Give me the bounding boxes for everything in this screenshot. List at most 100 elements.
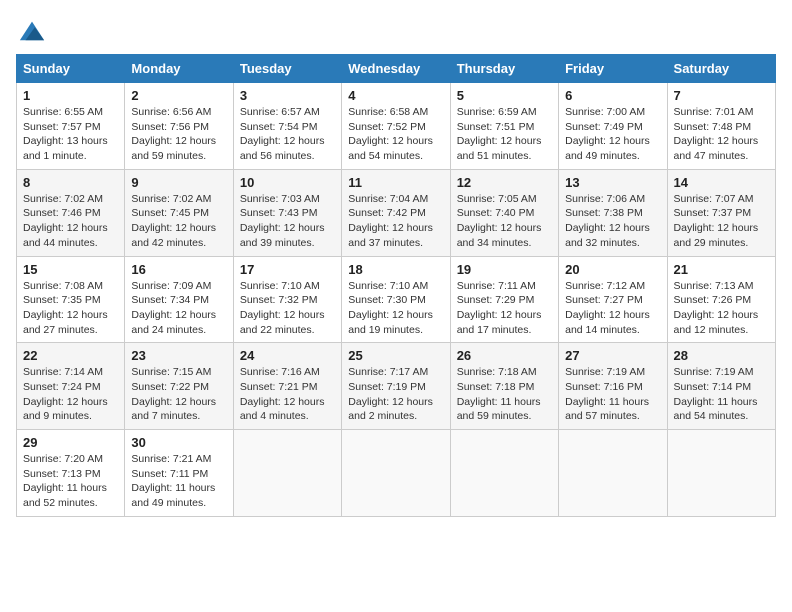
calendar-cell: 15 Sunrise: 7:08 AMSunset: 7:35 PMDayligh… [17,256,125,343]
day-number: 6 [565,88,660,103]
calendar-cell [342,430,450,517]
day-number: 22 [23,348,118,363]
day-info: Sunrise: 7:00 AMSunset: 7:49 PMDaylight:… [565,105,660,164]
col-header-sunday: Sunday [17,55,125,83]
day-info: Sunrise: 6:55 AMSunset: 7:57 PMDaylight:… [23,105,118,164]
calendar-cell: 18 Sunrise: 7:10 AMSunset: 7:30 PMDayligh… [342,256,450,343]
day-info: Sunrise: 7:04 AMSunset: 7:42 PMDaylight:… [348,192,443,251]
calendar-cell: 4 Sunrise: 6:58 AMSunset: 7:52 PMDaylight… [342,83,450,170]
calendar-cell: 20 Sunrise: 7:12 AMSunset: 7:27 PMDayligh… [559,256,667,343]
calendar-cell: 13 Sunrise: 7:06 AMSunset: 7:38 PMDayligh… [559,169,667,256]
page-header [16,16,776,44]
day-number: 5 [457,88,552,103]
calendar-cell: 14 Sunrise: 7:07 AMSunset: 7:37 PMDayligh… [667,169,775,256]
day-number: 18 [348,262,443,277]
calendar-cell: 27 Sunrise: 7:19 AMSunset: 7:16 PMDayligh… [559,343,667,430]
day-info: Sunrise: 7:21 AMSunset: 7:11 PMDaylight:… [131,452,226,511]
day-number: 30 [131,435,226,450]
day-number: 19 [457,262,552,277]
day-info: Sunrise: 7:13 AMSunset: 7:26 PMDaylight:… [674,279,769,338]
day-number: 10 [240,175,335,190]
day-info: Sunrise: 7:14 AMSunset: 7:24 PMDaylight:… [23,365,118,424]
col-header-saturday: Saturday [667,55,775,83]
day-number: 1 [23,88,118,103]
day-info: Sunrise: 7:18 AMSunset: 7:18 PMDaylight:… [457,365,552,424]
day-number: 29 [23,435,118,450]
day-number: 3 [240,88,335,103]
calendar-cell: 5 Sunrise: 6:59 AMSunset: 7:51 PMDaylight… [450,83,558,170]
day-number: 11 [348,175,443,190]
calendar-cell [450,430,558,517]
calendar-table: SundayMondayTuesdayWednesdayThursdayFrid… [16,54,776,517]
calendar-cell: 24 Sunrise: 7:16 AMSunset: 7:21 PMDayligh… [233,343,341,430]
day-info: Sunrise: 7:12 AMSunset: 7:27 PMDaylight:… [565,279,660,338]
day-number: 28 [674,348,769,363]
col-header-friday: Friday [559,55,667,83]
day-number: 13 [565,175,660,190]
day-info: Sunrise: 6:59 AMSunset: 7:51 PMDaylight:… [457,105,552,164]
day-info: Sunrise: 7:10 AMSunset: 7:32 PMDaylight:… [240,279,335,338]
day-info: Sunrise: 7:07 AMSunset: 7:37 PMDaylight:… [674,192,769,251]
col-header-monday: Monday [125,55,233,83]
day-info: Sunrise: 7:19 AMSunset: 7:16 PMDaylight:… [565,365,660,424]
calendar-cell: 12 Sunrise: 7:05 AMSunset: 7:40 PMDayligh… [450,169,558,256]
calendar-cell: 16 Sunrise: 7:09 AMSunset: 7:34 PMDayligh… [125,256,233,343]
calendar-cell: 7 Sunrise: 7:01 AMSunset: 7:48 PMDaylight… [667,83,775,170]
col-header-thursday: Thursday [450,55,558,83]
calendar-cell: 21 Sunrise: 7:13 AMSunset: 7:26 PMDayligh… [667,256,775,343]
day-info: Sunrise: 7:15 AMSunset: 7:22 PMDaylight:… [131,365,226,424]
day-number: 9 [131,175,226,190]
day-number: 14 [674,175,769,190]
day-number: 8 [23,175,118,190]
day-info: Sunrise: 7:19 AMSunset: 7:14 PMDaylight:… [674,365,769,424]
day-info: Sunrise: 7:20 AMSunset: 7:13 PMDaylight:… [23,452,118,511]
calendar-cell: 25 Sunrise: 7:17 AMSunset: 7:19 PMDayligh… [342,343,450,430]
day-number: 23 [131,348,226,363]
day-info: Sunrise: 7:11 AMSunset: 7:29 PMDaylight:… [457,279,552,338]
calendar-cell: 28 Sunrise: 7:19 AMSunset: 7:14 PMDayligh… [667,343,775,430]
day-info: Sunrise: 6:58 AMSunset: 7:52 PMDaylight:… [348,105,443,164]
day-number: 12 [457,175,552,190]
day-info: Sunrise: 7:10 AMSunset: 7:30 PMDaylight:… [348,279,443,338]
calendar-cell: 22 Sunrise: 7:14 AMSunset: 7:24 PMDayligh… [17,343,125,430]
calendar-cell: 10 Sunrise: 7:03 AMSunset: 7:43 PMDayligh… [233,169,341,256]
calendar-cell: 6 Sunrise: 7:00 AMSunset: 7:49 PMDaylight… [559,83,667,170]
calendar-cell: 23 Sunrise: 7:15 AMSunset: 7:22 PMDayligh… [125,343,233,430]
day-number: 7 [674,88,769,103]
day-info: Sunrise: 7:01 AMSunset: 7:48 PMDaylight:… [674,105,769,164]
day-info: Sunrise: 7:16 AMSunset: 7:21 PMDaylight:… [240,365,335,424]
day-info: Sunrise: 7:05 AMSunset: 7:40 PMDaylight:… [457,192,552,251]
col-header-wednesday: Wednesday [342,55,450,83]
day-number: 25 [348,348,443,363]
day-number: 21 [674,262,769,277]
day-info: Sunrise: 7:09 AMSunset: 7:34 PMDaylight:… [131,279,226,338]
day-info: Sunrise: 7:08 AMSunset: 7:35 PMDaylight:… [23,279,118,338]
day-info: Sunrise: 7:17 AMSunset: 7:19 PMDaylight:… [348,365,443,424]
logo [16,16,46,44]
calendar-cell: 29 Sunrise: 7:20 AMSunset: 7:13 PMDayligh… [17,430,125,517]
calendar-cell: 17Sunrise: 7:10 AMSunset: 7:32 PMDayligh… [233,256,341,343]
day-number: 27 [565,348,660,363]
day-number: 20 [565,262,660,277]
calendar-cell: 30 Sunrise: 7:21 AMSunset: 7:11 PMDayligh… [125,430,233,517]
day-info: Sunrise: 7:03 AMSunset: 7:43 PMDaylight:… [240,192,335,251]
day-info: Sunrise: 6:56 AMSunset: 7:56 PMDaylight:… [131,105,226,164]
day-info: Sunrise: 7:02 AMSunset: 7:45 PMDaylight:… [131,192,226,251]
day-number: 26 [457,348,552,363]
day-info: Sunrise: 7:06 AMSunset: 7:38 PMDaylight:… [565,192,660,251]
calendar-cell: 1 Sunrise: 6:55 AMSunset: 7:57 PMDaylight… [17,83,125,170]
day-info: Sunrise: 6:57 AMSunset: 7:54 PMDaylight:… [240,105,335,164]
calendar-cell: 2 Sunrise: 6:56 AMSunset: 7:56 PMDaylight… [125,83,233,170]
calendar-cell: 8Sunrise: 7:02 AMSunset: 7:46 PMDaylight… [17,169,125,256]
day-number: 4 [348,88,443,103]
calendar-cell: 3 Sunrise: 6:57 AMSunset: 7:54 PMDaylight… [233,83,341,170]
day-number: 2 [131,88,226,103]
calendar-cell: 26 Sunrise: 7:18 AMSunset: 7:18 PMDayligh… [450,343,558,430]
day-number: 24 [240,348,335,363]
col-header-tuesday: Tuesday [233,55,341,83]
calendar-cell [667,430,775,517]
calendar-cell: 11 Sunrise: 7:04 AMSunset: 7:42 PMDayligh… [342,169,450,256]
calendar-cell: 19 Sunrise: 7:11 AMSunset: 7:29 PMDayligh… [450,256,558,343]
day-number: 16 [131,262,226,277]
day-number: 15 [23,262,118,277]
